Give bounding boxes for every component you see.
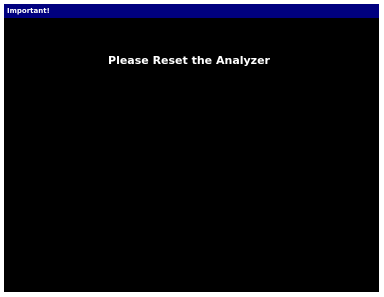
important-dialog: Important! Please Reset the Analyzer [4,4,379,292]
window-title: Important! [7,7,50,15]
reset-message: Please Reset the Analyzer [108,54,270,67]
dialog-body: Please Reset the Analyzer [4,18,379,292]
title-bar[interactable]: Important! [4,4,379,18]
